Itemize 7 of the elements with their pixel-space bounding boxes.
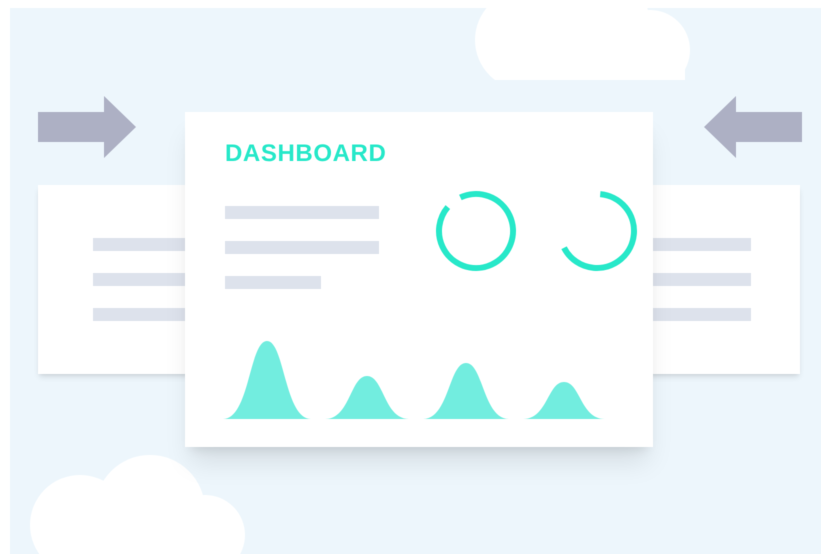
arrow-icon: [704, 96, 802, 158]
bell-curve-icon: [325, 376, 409, 419]
bell-curve-icon: [223, 341, 311, 419]
dashboard-title: DASHBOARD: [225, 142, 388, 166]
arrow-icon: [38, 96, 136, 158]
bell-curve-icon: [523, 382, 605, 419]
bell-curve-icon: [423, 363, 509, 419]
